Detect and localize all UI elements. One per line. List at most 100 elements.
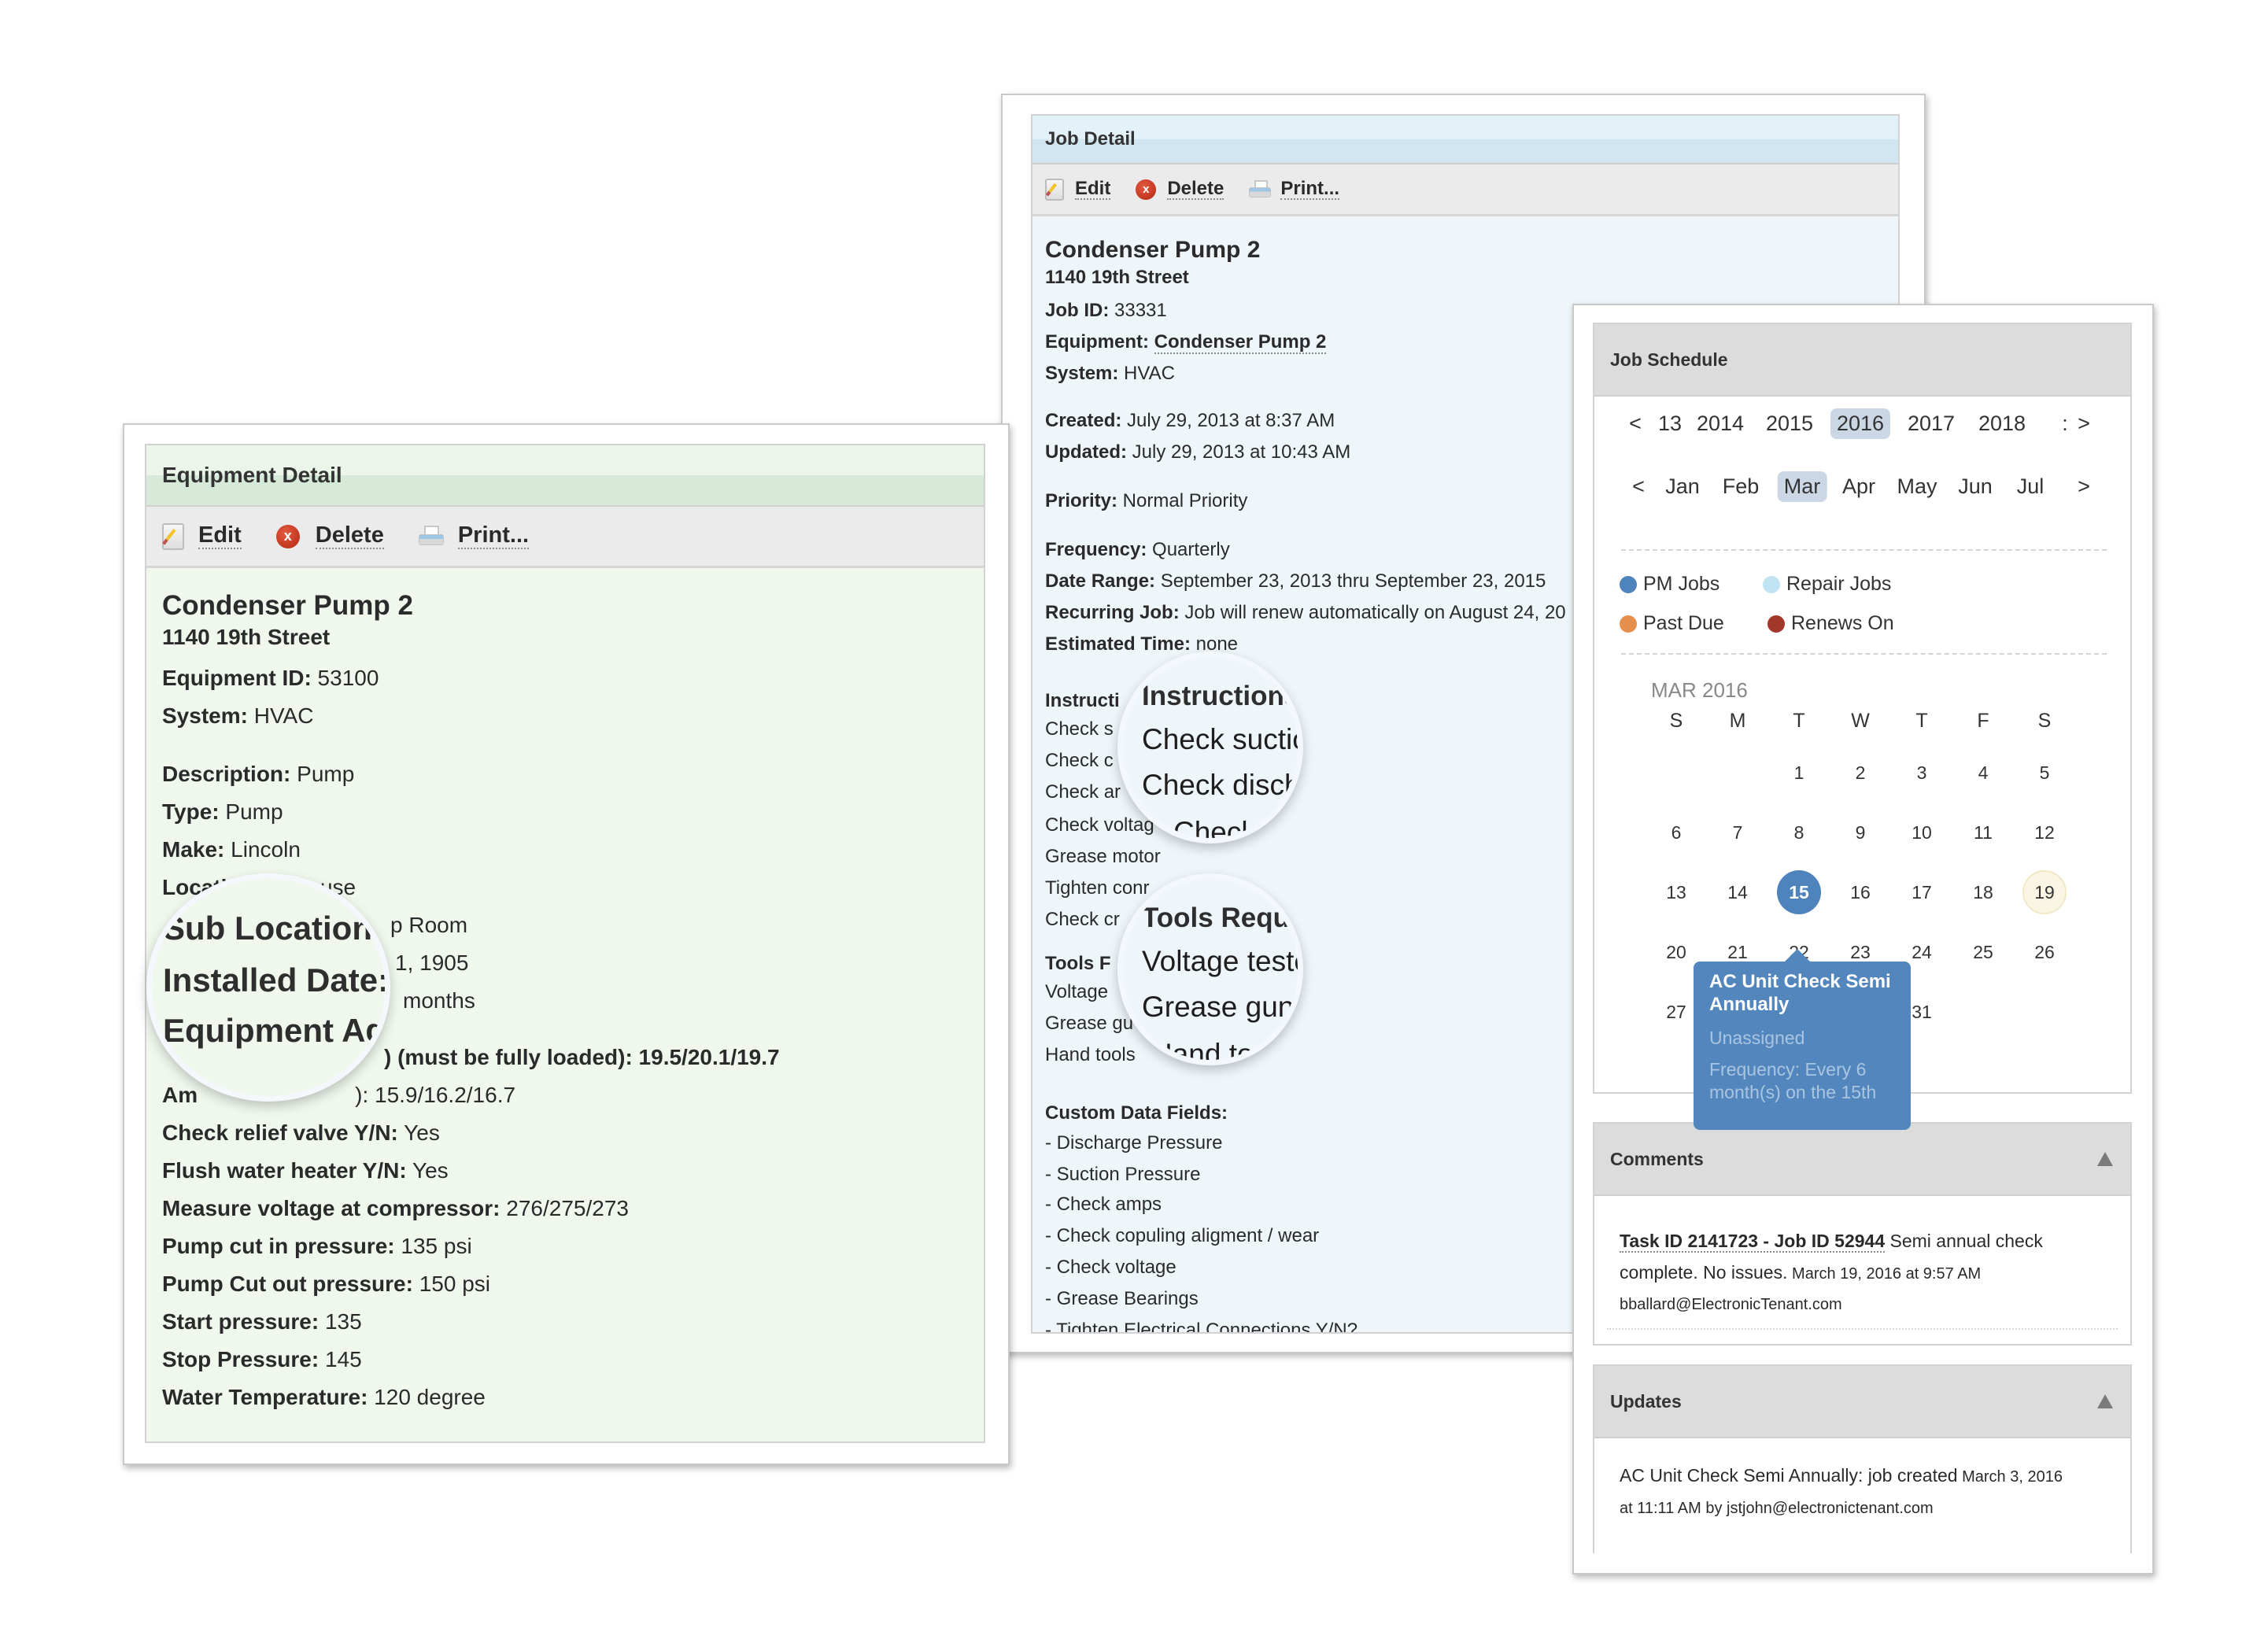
edit-button[interactable]: Edit (162, 522, 242, 550)
weekday-header: S (2037, 710, 2052, 732)
legend-label: PM Jobs (1643, 573, 1720, 595)
panel-title: Job Schedule (1594, 324, 2130, 397)
delete-button[interactable]: x Delete (1136, 177, 1224, 201)
comment-item: Task ID 2141723 - Job ID 52944 Semi annu… (1620, 1231, 2043, 1314)
update-timestamp: March 3, 2016 (1957, 1468, 2063, 1486)
field-priority: Priority: Normal Priority (1045, 490, 1248, 511)
calendar-day[interactable]: 1 (1777, 751, 1821, 795)
year-option[interactable]: 2018 (1972, 408, 2032, 439)
magnified-text: Voltage teste (1142, 945, 1303, 977)
update-item: AC Unit Check Semi Annually: job created… (1620, 1465, 2063, 1517)
calendar-day[interactable]: 20 (1654, 930, 1698, 974)
collapse-triangle-icon[interactable] (2097, 1394, 2113, 1408)
calendar-day[interactable]: 8 (1777, 810, 1821, 855)
legend-item: Renews On (1767, 612, 1894, 635)
calendar-day[interactable]: 7 (1716, 810, 1760, 855)
field-equipment-id: Equipment ID: 53100 (162, 666, 379, 690)
calendar-day[interactable]: 19 (2022, 870, 2067, 914)
calendar-day[interactable]: 10 (1900, 810, 1944, 855)
collapse-triangle-icon[interactable] (2097, 1152, 2113, 1166)
instruction-item: Grease motor (1045, 846, 1161, 867)
print-button[interactable]: Print... (418, 523, 530, 549)
comments-header[interactable]: Comments (1594, 1124, 2130, 1196)
magnified-text: Grease gun (1142, 991, 1295, 1023)
legend-dot-icon (1620, 575, 1637, 593)
prev-month-button[interactable]: < (1626, 471, 1651, 502)
weekday-header: T (1793, 710, 1805, 732)
next-month-button[interactable]: > (2071, 471, 2096, 502)
calendar-day[interactable]: 25 (1961, 930, 2005, 974)
magnified-text: Sub Location (163, 910, 372, 947)
tooltip-assignee: Unassigned (1709, 1027, 1805, 1048)
calendar-day[interactable]: 5 (2022, 751, 2067, 795)
calendar-day[interactable]: 15 (1777, 870, 1821, 914)
instructions-label: Instructi (1045, 690, 1120, 711)
updates-panel: Updates AC Unit Check Semi Annually: job… (1593, 1364, 2132, 1553)
delete-button[interactable]: x Delete (275, 523, 384, 549)
calendar-day[interactable]: 11 (1961, 810, 2005, 855)
year-option[interactable]: 13 (1652, 408, 1688, 439)
calendar-day[interactable]: 6 (1654, 810, 1698, 855)
magnified-text: Installed Date: (163, 962, 390, 998)
instruction-item: Check c (1045, 750, 1114, 771)
prev-year-button[interactable]: < (1623, 408, 1648, 439)
field-frequency: Frequency: Quarterly (1045, 539, 1230, 560)
calendar-day[interactable]: 2 (1838, 751, 1882, 795)
field-check-relief-valve: Check relief valve Y/N: Yes (162, 1120, 440, 1145)
updates-header[interactable]: Updates (1594, 1366, 2130, 1438)
printer-icon (1249, 179, 1272, 199)
comments-panel: Comments Task ID 2141723 - Job ID 52944 … (1593, 1122, 2132, 1345)
legend-item: PM Jobs (1620, 573, 1719, 596)
edit-label: Edit (1075, 177, 1111, 201)
task-link[interactable]: Task ID 2141723 - Job ID 52944 (1620, 1231, 1886, 1253)
field-description: Description: Pump (162, 762, 355, 786)
equipment-link[interactable]: Condenser Pump 2 (1154, 331, 1327, 354)
next-year-button[interactable]: > (2071, 408, 2096, 439)
print-button[interactable]: Print... (1249, 177, 1340, 201)
equipment-address: 1140 19th Street (162, 625, 331, 649)
year-option[interactable]: 2014 (1690, 408, 1750, 439)
month-option[interactable]: Jul (2011, 471, 2051, 502)
field-date-range: Date Range: September 23, 2013 thru Sept… (1045, 570, 1546, 592)
legend-dot-icon (1763, 575, 1780, 593)
year-option[interactable]: 2016 (1830, 408, 1891, 439)
magnifier-instructions: Instructions Check suctio Check disch Ch… (1117, 652, 1303, 843)
legend-label: Past Due (1643, 612, 1724, 634)
edit-button[interactable]: Edit (1045, 177, 1111, 201)
year-option[interactable]: 2017 (1901, 408, 1961, 439)
calendar-day[interactable]: 18 (1961, 870, 2005, 914)
legend-item: Past Due (1620, 612, 1724, 635)
calendar-day[interactable]: 27 (1654, 990, 1698, 1034)
custom-field-item: - Discharge Pressure (1045, 1132, 1223, 1154)
legend-item: Repair Jobs (1763, 573, 1891, 596)
delete-label: Delete (1167, 177, 1224, 201)
job-tooltip: AC Unit Check Semi Annually Unassigned F… (1694, 949, 1911, 1130)
custom-field-item: - Check voltage (1045, 1257, 1176, 1278)
tool-item: Voltage (1045, 981, 1109, 1002)
calendar-day[interactable]: 13 (1654, 870, 1698, 914)
calendar-day[interactable]: 26 (2022, 930, 2067, 974)
comment-timestamp: March 19, 2016 at 9:57 AM (1787, 1264, 1982, 1283)
month-option[interactable]: May (1890, 471, 1943, 502)
calendar-day[interactable]: 9 (1838, 810, 1882, 855)
legend-dot-icon (1767, 615, 1785, 633)
month-option[interactable]: Feb (1716, 471, 1766, 502)
month-option[interactable]: Jun (1952, 471, 1999, 502)
calendar-day[interactable]: 4 (1961, 751, 2005, 795)
magnified-text: Instructions (1142, 681, 1300, 711)
custom-field-item: - Check amps (1045, 1194, 1162, 1215)
job-schedule-card: Job Schedule <13 2014 2015 2016 2017 2018: > <… (1572, 304, 2154, 1574)
edit-icon (162, 522, 184, 550)
calendar-day[interactable]: 12 (2022, 810, 2067, 855)
year-option[interactable]: 2015 (1760, 408, 1819, 439)
calendar-day[interactable]: 17 (1900, 870, 1944, 914)
month-option[interactable]: Apr (1836, 471, 1882, 502)
divider (1621, 549, 2107, 551)
comment-author: bballard@ElectronicTenant.com (1620, 1296, 1842, 1314)
calendar-day[interactable]: 14 (1716, 870, 1760, 914)
calendar-day[interactable]: 16 (1838, 870, 1882, 914)
calendar-day[interactable]: 3 (1900, 751, 1944, 795)
month-option[interactable]: Jan (1659, 471, 1706, 502)
month-option[interactable]: Mar (1777, 471, 1827, 502)
print-label: Print... (1280, 177, 1340, 201)
